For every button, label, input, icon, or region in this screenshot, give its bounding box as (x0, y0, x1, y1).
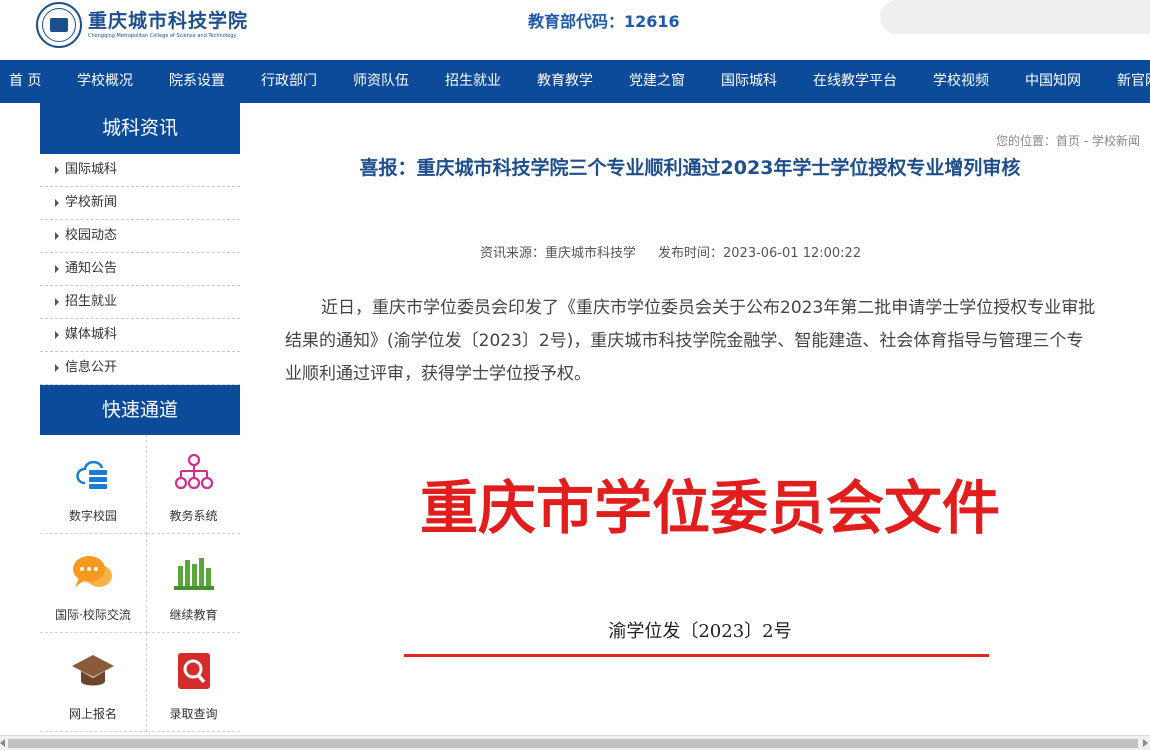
breadcrumb: 您的位置：首页 - 学校新闻 (996, 134, 1140, 148)
scroll-left-icon[interactable] (0, 739, 5, 747)
article-publish-time: 发布时间：2023-06-01 12:00:22 (658, 246, 862, 261)
document-header-image-title: 重庆市学位委员会文件 (420, 474, 1001, 542)
nav-item-overview[interactable]: 学校概况 (77, 60, 133, 103)
article-title: 喜报：重庆城市科技学院三个专业顺利通过2023年学士学位授权专业增列审核 (359, 157, 1021, 179)
nav-item-admissions[interactable]: 招生就业 (445, 60, 501, 103)
caret-right-icon (55, 364, 59, 372)
sidebar-item-campus[interactable]: 校园动态 (40, 220, 240, 253)
chat-bubbles-icon (73, 556, 112, 587)
sidebar-item-admissions[interactable]: 招生就业 (40, 286, 240, 319)
quick-links-title: 快速通道 (40, 385, 240, 435)
horizontal-scrollbar[interactable] (0, 735, 1150, 750)
quick-link-digital-campus[interactable]: 数字校园 (40, 435, 147, 534)
caret-right-icon (55, 166, 59, 174)
search-doc-icon (177, 653, 210, 689)
school-logo[interactable]: 重庆城市科技学院 Chongqing Metropolitan College … (36, 2, 248, 48)
article-source: 资讯来源：重庆城市科技学 (480, 246, 637, 261)
sidebar-item-international[interactable]: 国际城科 (40, 154, 240, 187)
cloud-server-icon (76, 460, 107, 489)
sidebar-item-school-news[interactable]: 学校新闻 (40, 187, 240, 220)
books-icon (173, 558, 214, 590)
quick-links-grid: 数字校园 教务系统 国际·校际交流 继续教育 网上报名 录取查询 (40, 435, 240, 732)
nav-item-international[interactable]: 国际城科 (721, 60, 777, 103)
org-chart-icon (174, 453, 213, 490)
logo-chinese-name: 重庆城市科技学院 (88, 10, 249, 32)
nav-item-home[interactable]: 首 页 (9, 60, 41, 103)
nav-item-faculty[interactable]: 师资队伍 (353, 60, 409, 103)
ministry-code: 教育部代码：12616 (528, 12, 680, 31)
nav-item-admin[interactable]: 行政部门 (261, 60, 317, 103)
nav-item-online-platform[interactable]: 在线教学平台 (813, 60, 897, 103)
article-meta: 资讯来源：重庆城市科技学 发布时间：2023-06-01 12:00:22 (480, 242, 861, 261)
quick-link-continuing-education[interactable]: 继续教育 (147, 534, 240, 633)
caret-right-icon (55, 265, 59, 273)
scrollbar-thumb[interactable] (8, 739, 1138, 748)
nav-item-videos[interactable]: 学校视频 (933, 60, 989, 103)
caret-right-icon (55, 232, 59, 240)
sidebar-item-media[interactable]: 媒体城科 (40, 319, 240, 352)
document-number: 渝学位发〔2023〕2号 (608, 621, 792, 642)
nav-item-party[interactable]: 党建之窗 (629, 60, 685, 103)
quick-link-academic-system[interactable]: 教务系统 (147, 435, 240, 534)
nav-item-cnki[interactable]: 中国知网 (1025, 60, 1081, 103)
sidebar: 城科资讯 国际城科 学校新闻 校园动态 通知公告 招生就业 媒体城科 信息公开 … (40, 103, 240, 732)
sidebar-item-disclosure[interactable]: 信息公开 (40, 352, 240, 385)
caret-right-icon (55, 298, 59, 306)
graduation-cap-icon (72, 655, 114, 686)
main-nav: 首 页 学校概况 院系设置 行政部门 师资队伍 招生就业 教育教学 党建之窗 国… (0, 60, 1150, 103)
caret-right-icon (55, 199, 59, 207)
logo-english-name: Chongqing Metropolitan College of Scienc… (88, 33, 237, 39)
news-section-title: 城科资讯 (40, 103, 240, 154)
news-category-list: 国际城科 学校新闻 校园动态 通知公告 招生就业 媒体城科 信息公开 (40, 154, 240, 385)
site-header: 重庆城市科技学院 Chongqing Metropolitan College … (0, 0, 1150, 60)
nav-item-departments[interactable]: 院系设置 (169, 60, 225, 103)
school-seal-icon (36, 2, 82, 48)
quick-link-online-registration[interactable]: 网上报名 (40, 633, 147, 732)
caret-right-icon (55, 331, 59, 339)
document-divider-line (404, 654, 989, 657)
nav-item-new-site[interactable]: 新官网 (1117, 60, 1150, 103)
sidebar-item-notices[interactable]: 通知公告 (40, 253, 240, 286)
quick-link-exchange[interactable]: 国际·校际交流 (40, 534, 147, 633)
search-input[interactable] (880, 0, 1150, 34)
quick-link-admission-query[interactable]: 录取查询 (147, 633, 240, 732)
scroll-right-icon[interactable] (1143, 739, 1148, 747)
nav-item-education[interactable]: 教育教学 (537, 60, 593, 103)
article-body: 近日，重庆市学位委员会印发了《重庆市学位委员会关于公布2023年第二批申请学士学… (285, 298, 1096, 384)
